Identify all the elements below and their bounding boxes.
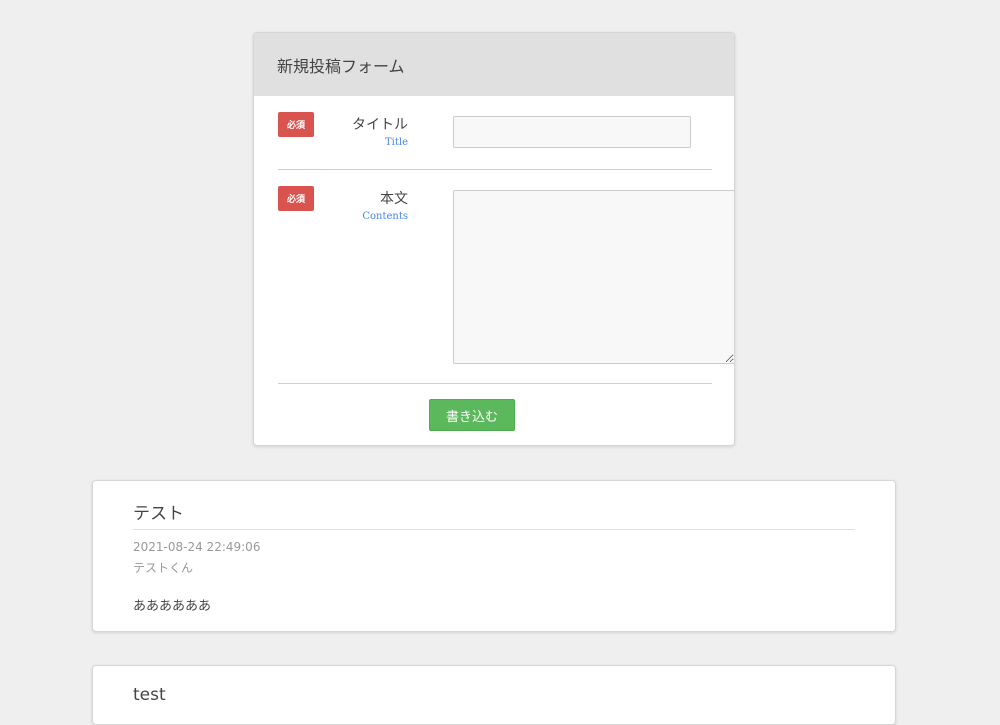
form-divider <box>278 383 712 384</box>
post-title: テスト <box>133 504 184 524</box>
title-input[interactable] <box>453 116 691 148</box>
form-title: 新規投稿フォーム <box>277 56 405 76</box>
post-author: テストくん <box>133 561 194 575</box>
form-divider <box>278 169 712 170</box>
title-sublabel: Title <box>384 137 408 148</box>
title-row: 必須 タイトル Title <box>278 112 712 164</box>
post-card: test <box>92 665 896 725</box>
required-badge: 必須 <box>278 186 314 211</box>
post-datetime: 2021-08-24 22:49:06 <box>133 540 261 554</box>
post-divider <box>133 529 855 530</box>
contents-label: 本文 <box>380 191 408 207</box>
required-badge: 必須 <box>278 112 314 137</box>
post-title: test <box>133 685 166 705</box>
contents-textarea[interactable] <box>453 190 734 364</box>
title-label: タイトル <box>352 117 408 133</box>
form-header: 新規投稿フォーム <box>254 33 734 96</box>
post-body: ああああああ <box>133 599 212 614</box>
submit-button[interactable]: 書き込む <box>429 399 515 431</box>
post-card: テスト 2021-08-24 22:49:06 テストくん ああああああ <box>92 480 896 632</box>
contents-row: 必須 本文 Contents <box>278 186 734 366</box>
new-post-form: 新規投稿フォーム 必須 タイトル Title 必須 本文 Contents 書き… <box>253 32 735 446</box>
contents-sublabel: Contents <box>362 211 408 222</box>
